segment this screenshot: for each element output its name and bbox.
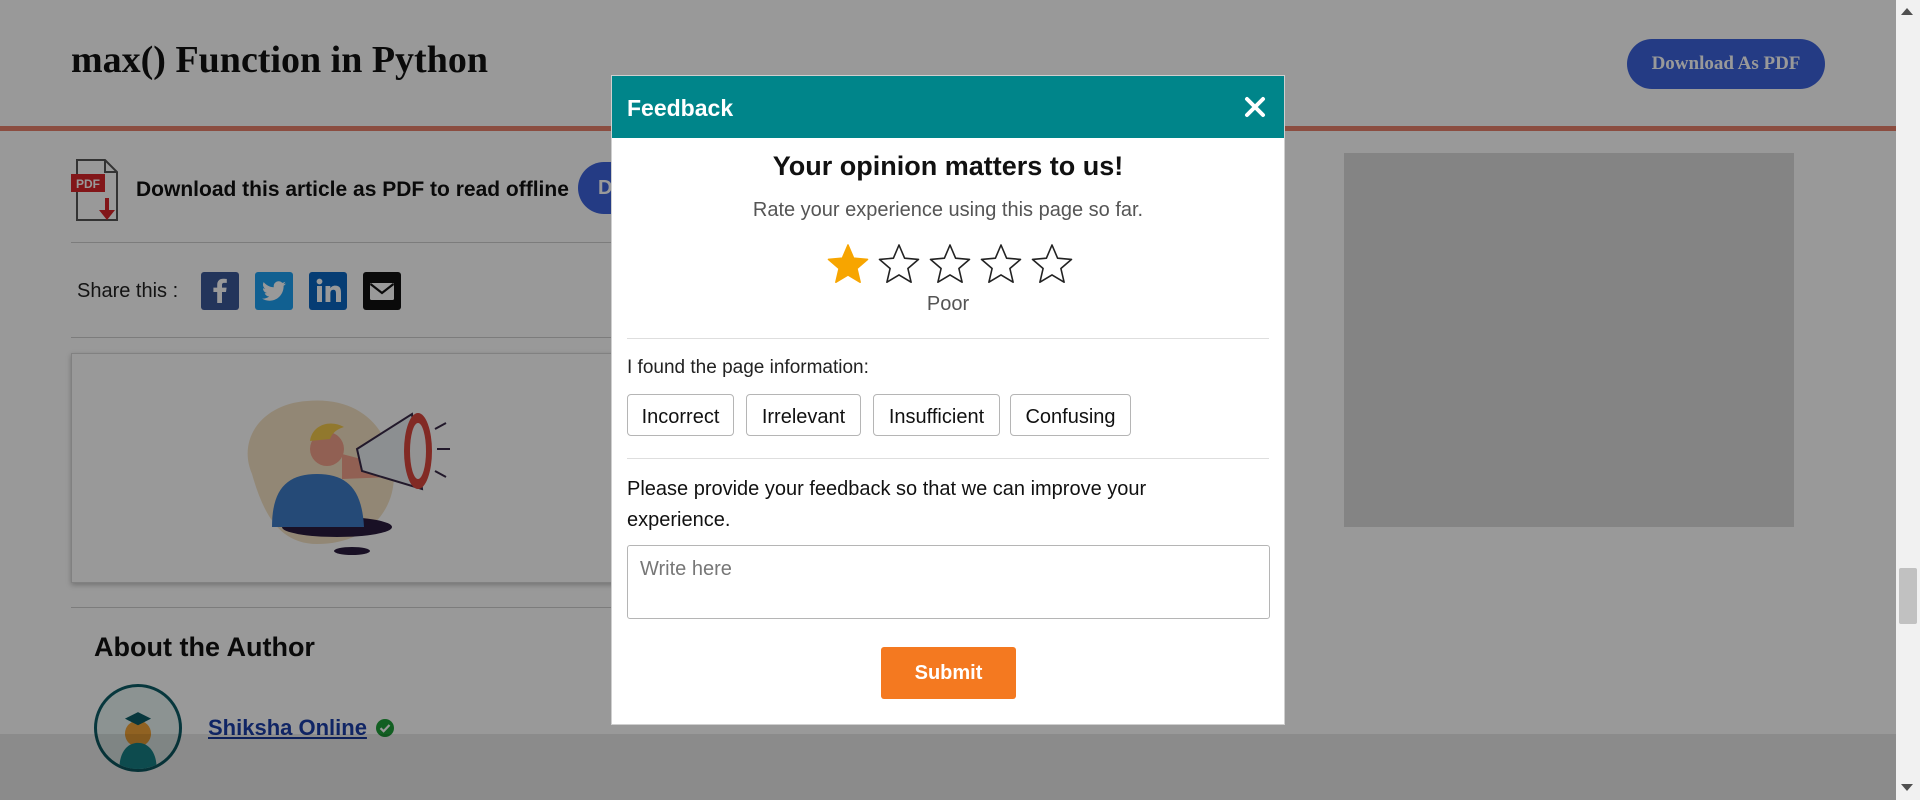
option-incorrect[interactable]: Incorrect <box>627 394 734 436</box>
rating-label: Poor <box>926 293 970 315</box>
scroll-thumb[interactable] <box>1899 568 1917 624</box>
divider <box>627 458 1269 459</box>
feedback-modal: Feedback Your opinion matters to us! Rat… <box>611 75 1285 725</box>
modal-heading: Your opinion matters to us! <box>772 151 1124 181</box>
option-insufficient[interactable]: Insufficient <box>873 394 1000 436</box>
feedback-textarea[interactable] <box>627 545 1270 619</box>
page-info-label: I found the page information: <box>627 357 869 378</box>
star-icon[interactable] <box>928 242 972 286</box>
star-icon[interactable] <box>979 242 1023 286</box>
modal-header: Feedback <box>612 76 1284 138</box>
feedback-prompt: Please provide your feedback so that we … <box>627 478 1147 531</box>
divider <box>627 338 1269 339</box>
star-icon[interactable] <box>826 242 870 286</box>
page-scrollbar[interactable] <box>1896 0 1920 800</box>
star-icon[interactable] <box>877 242 921 286</box>
scroll-down-arrow-icon[interactable] <box>1901 784 1913 791</box>
close-icon[interactable] <box>1237 89 1273 125</box>
option-confusing[interactable]: Confusing <box>1010 394 1131 436</box>
modal-title: Feedback <box>627 95 734 121</box>
option-irrelevant[interactable]: Irrelevant <box>746 394 861 436</box>
scroll-up-arrow-icon[interactable] <box>1901 8 1913 15</box>
submit-button[interactable]: Submit <box>881 647 1016 699</box>
star-icon[interactable] <box>1030 242 1074 286</box>
bottom-strip <box>0 734 1896 800</box>
star-rating <box>826 242 1076 288</box>
modal-subheading: Rate your experience using this page so … <box>752 199 1144 221</box>
